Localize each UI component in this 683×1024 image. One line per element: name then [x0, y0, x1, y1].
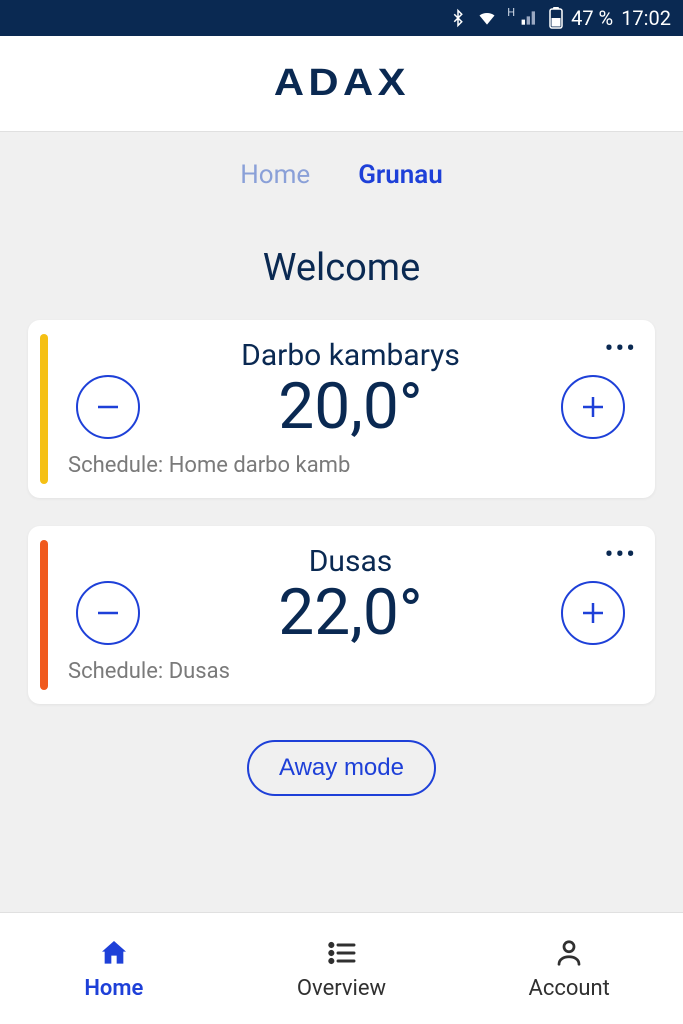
plus-icon	[578, 598, 608, 628]
welcome-heading: Welcome	[0, 210, 683, 320]
minus-icon	[93, 392, 123, 422]
battery-percent: 47 %	[571, 6, 613, 30]
main-content: Home Grunau Welcome Darbo kambarys ••• 2…	[0, 132, 683, 816]
decrease-button[interactable]	[76, 581, 140, 645]
app-header: ADAX	[0, 36, 683, 132]
nav-account[interactable]: Account	[455, 913, 683, 1024]
schedule-label: Schedule: Home darbo kamb	[68, 449, 633, 478]
increase-button[interactable]	[561, 581, 625, 645]
room-name: Dusas	[309, 544, 393, 579]
minus-icon	[93, 598, 123, 628]
bottom-nav: Home Overview Account	[0, 912, 683, 1024]
status-stripe	[40, 334, 48, 484]
status-bar: H 47 % 17:02	[0, 0, 683, 36]
status-stripe	[40, 540, 48, 690]
bluetooth-icon	[449, 7, 467, 29]
room-card[interactable]: Darbo kambarys ••• 20,0° Schedule: Home …	[28, 320, 655, 498]
room-name: Darbo kambarys	[241, 338, 460, 373]
tab-grunau[interactable]: Grunau	[358, 160, 443, 190]
clock: 17:02	[621, 6, 671, 30]
schedule-label: Schedule: Dusas	[68, 655, 633, 684]
room-card[interactable]: Dusas ••• 22,0° Schedule: Dusas	[28, 526, 655, 704]
network-type-label: H	[507, 6, 515, 19]
away-mode-button[interactable]: Away mode	[247, 740, 436, 796]
tab-home[interactable]: Home	[240, 160, 310, 190]
more-icon[interactable]: •••	[605, 336, 637, 362]
more-icon[interactable]: •••	[605, 542, 637, 568]
wifi-icon	[475, 8, 499, 28]
decrease-button[interactable]	[76, 375, 140, 439]
battery-icon	[549, 7, 563, 29]
nav-label: Home	[84, 976, 143, 1001]
home-icon	[97, 936, 131, 970]
increase-button[interactable]	[561, 375, 625, 439]
list-icon	[325, 936, 359, 970]
cell-signal-icon	[519, 8, 541, 28]
nav-label: Overview	[297, 976, 386, 1001]
temperature-value: 22,0°	[278, 581, 422, 645]
nav-overview[interactable]: Overview	[228, 913, 456, 1024]
nav-home[interactable]: Home	[0, 913, 228, 1024]
room-cards: Darbo kambarys ••• 20,0° Schedule: Home …	[0, 320, 683, 704]
plus-icon	[578, 392, 608, 422]
temperature-value: 20,0°	[278, 375, 422, 439]
location-tabs: Home Grunau	[0, 132, 683, 210]
nav-label: Account	[528, 976, 609, 1001]
person-icon	[552, 936, 586, 970]
brand-logo: ADAX	[273, 62, 409, 105]
